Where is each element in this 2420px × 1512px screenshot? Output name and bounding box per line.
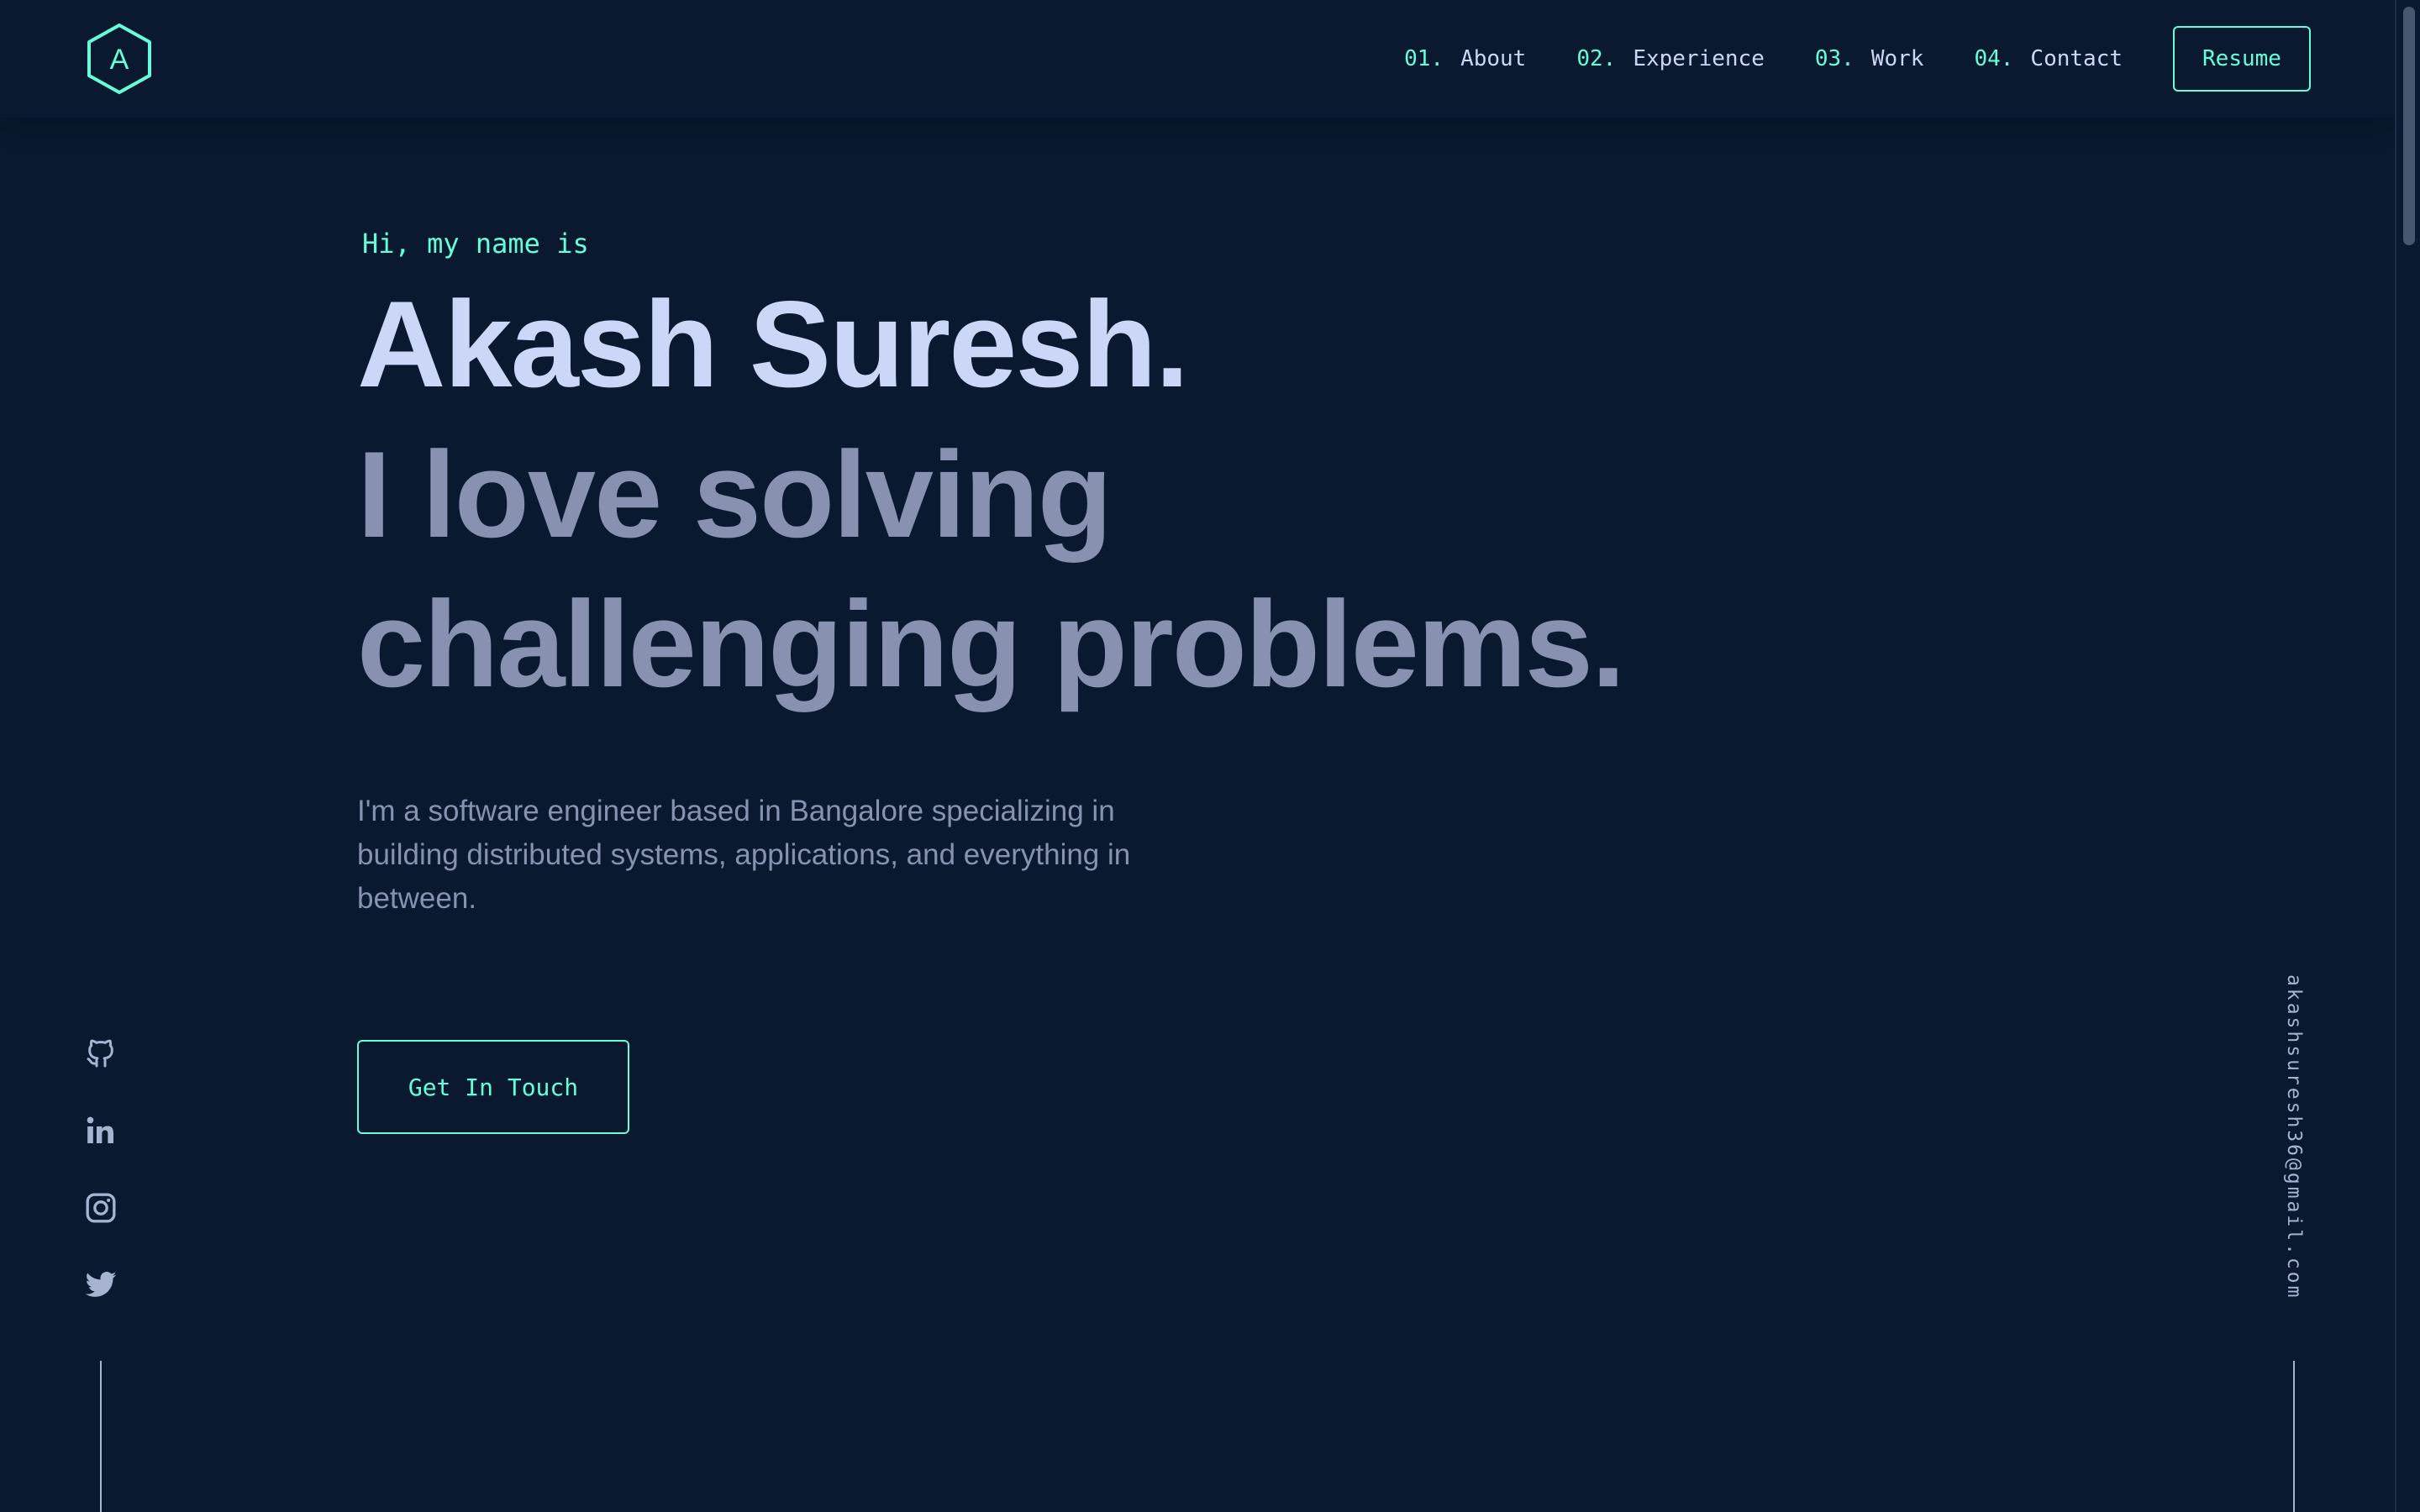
nav-number: 04. — [1974, 46, 2014, 71]
nav-label: Contact — [2030, 46, 2123, 71]
nav-label: Experience — [1633, 46, 1765, 71]
nav-number: 02. — [1576, 46, 1617, 71]
instagram-icon[interactable] — [81, 1188, 121, 1228]
hero-greeting: Hi, my name is — [362, 228, 589, 260]
portfolio-page: A 01. About 02. Experience 03. Work 04. … — [0, 0, 2420, 1512]
nav-number: 01. — [1404, 46, 1444, 71]
nav-link-work[interactable]: 03. Work — [1815, 46, 1924, 71]
scrollbar-thumb[interactable] — [2403, 7, 2415, 245]
main-nav: 01. About 02. Experience 03. Work 04. Co… — [1404, 25, 2311, 92]
hero-bio: I'm a software engineer based in Bangalo… — [357, 795, 1131, 915]
resume-button[interactable]: Resume — [2173, 26, 2311, 92]
logo-letter: A — [110, 44, 129, 76]
get-in-touch-button[interactable]: Get In Touch — [357, 1040, 629, 1134]
social-links — [81, 1033, 121, 1342]
right-rail-divider — [2293, 1361, 2295, 1512]
hero-section: Hi, my name is Akash Suresh. I love solv… — [357, 218, 2038, 719]
nav-label: Work — [1870, 46, 1924, 71]
github-icon[interactable] — [81, 1033, 121, 1074]
nav-label: About — [1460, 46, 1527, 71]
top-navbar: A 01. About 02. Experience 03. Work 04. … — [0, 0, 2395, 118]
nav-link-contact[interactable]: 04. Contact — [1974, 46, 2123, 71]
twitter-icon[interactable] — [81, 1265, 121, 1305]
hero-name: Akash Suresh. — [357, 276, 1189, 412]
nav-link-about[interactable]: 01. About — [1404, 46, 1526, 71]
nav-number: 03. — [1814, 46, 1854, 71]
email-link[interactable]: akashsuresh36@gmail.com — [2277, 974, 2311, 1327]
left-rail-divider — [100, 1361, 102, 1512]
hexagon-logo-icon: A — [87, 24, 151, 94]
hero-tagline: I love solving challenging problems. — [357, 426, 1625, 712]
linkedin-icon[interactable] — [81, 1110, 121, 1151]
logo[interactable]: A — [86, 24, 153, 94]
page-scrollbar[interactable] — [2395, 0, 2420, 1512]
nav-link-experience[interactable]: 02. Experience — [1576, 46, 1765, 71]
